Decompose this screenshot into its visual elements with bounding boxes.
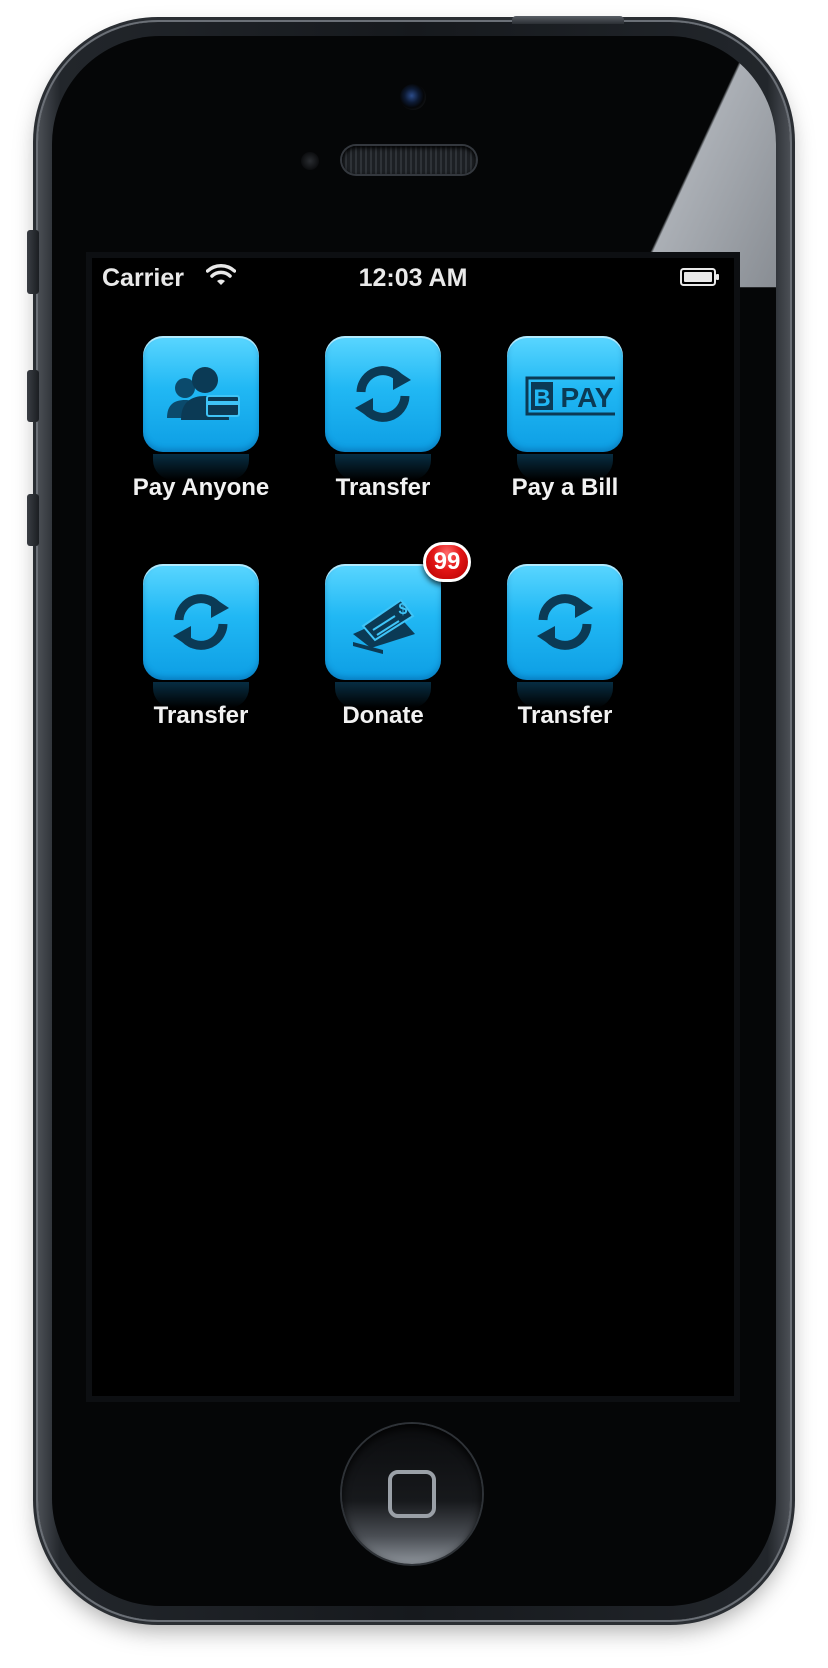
- bpay-logo-icon: B PAY: [525, 376, 615, 416]
- app-tile[interactable]: [143, 336, 259, 480]
- proximity-sensor: [301, 152, 319, 170]
- home-square-icon: [388, 1470, 436, 1518]
- app-tile[interactable]: [143, 564, 259, 708]
- home-button[interactable]: [342, 1424, 482, 1564]
- app-transfer[interactable]: Transfer: [480, 564, 650, 730]
- app-pay-anyone[interactable]: Pay Anyone: [116, 336, 286, 502]
- volume-down-button[interactable]: [27, 494, 39, 546]
- volume-up-button[interactable]: [27, 370, 39, 422]
- status-bar: Carrier 12:03 AM: [92, 258, 734, 298]
- refresh-arrows-icon: [355, 366, 411, 422]
- refresh-arrows-icon: [173, 594, 229, 650]
- notification-badge: 99: [423, 542, 471, 582]
- status-clock: 12:03 AM: [358, 264, 468, 292]
- app-donate[interactable]: $ 99 Donate: [298, 542, 471, 730]
- front-camera: [400, 84, 426, 110]
- app-transfer[interactable]: Transfer: [116, 564, 286, 730]
- svg-text:$: $: [399, 601, 408, 618]
- earpiece-speaker: [342, 146, 476, 174]
- app-tile[interactable]: B PAY: [507, 336, 623, 480]
- app-tile[interactable]: [507, 564, 623, 708]
- app-transfer[interactable]: Transfer: [298, 336, 468, 502]
- svg-text:B: B: [533, 385, 550, 412]
- battery-icon: [680, 268, 719, 286]
- mute-switch[interactable]: [27, 230, 39, 294]
- app-tile[interactable]: $ 99: [325, 542, 471, 708]
- bpay-logo-text: PAY: [561, 382, 614, 413]
- power-button[interactable]: [512, 16, 624, 24]
- app-tile[interactable]: [325, 336, 441, 480]
- people-card-icon: [167, 367, 240, 420]
- refresh-arrows-icon: [537, 594, 593, 650]
- screen: Carrier 12:03 AM Pay Anyone Transfer B P…: [92, 258, 734, 1396]
- app-pay-a-bill[interactable]: B PAY Pay a Bill: [480, 336, 650, 502]
- cheque-icon: $: [353, 598, 415, 654]
